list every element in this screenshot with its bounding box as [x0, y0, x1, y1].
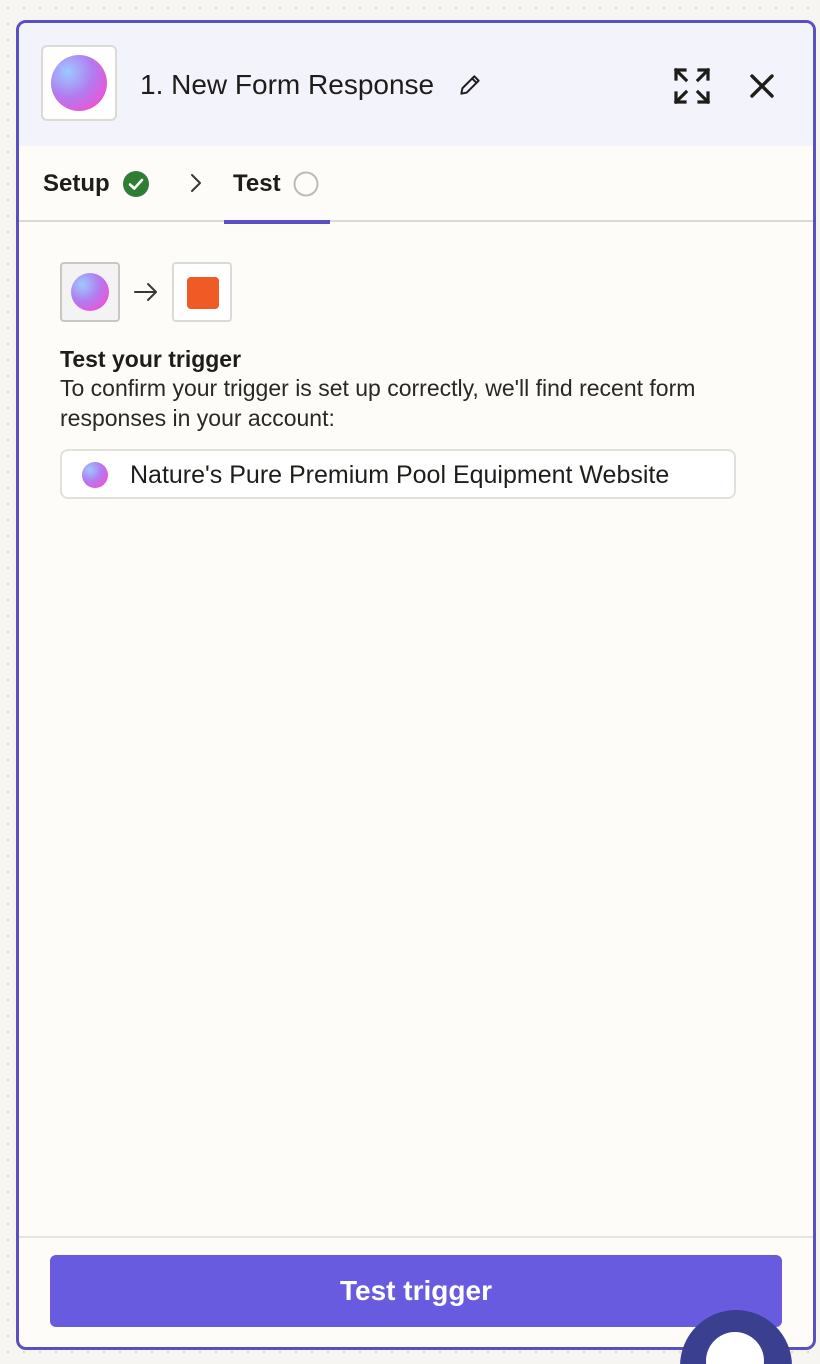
- gradient-orb-icon: [82, 462, 108, 488]
- gradient-orb-icon: [71, 273, 109, 311]
- form-source-chip: Nature's Pure Premium Pool Equipment Web…: [60, 449, 736, 499]
- check-circle-icon: [122, 171, 149, 197]
- expand-arrows-icon[interactable]: [673, 67, 711, 105]
- tab-setup-label: Setup: [43, 170, 110, 197]
- step-tabs: Setup Test: [19, 146, 813, 224]
- chevron-right-icon: [191, 174, 201, 192]
- tab-test-label: Test: [233, 170, 281, 197]
- source-app-icon: [60, 262, 120, 322]
- footer-divider: [19, 1236, 813, 1238]
- pencil-icon[interactable]: [457, 72, 483, 98]
- step-panel: 1. New Form Response Setup Test Test you…: [16, 20, 816, 1350]
- active-tab-indicator: [224, 220, 330, 224]
- arrow-right-icon: [134, 283, 157, 301]
- orange-square-icon: [187, 277, 219, 309]
- tab-setup[interactable]: Setup: [43, 167, 150, 201]
- test-heading: Test your trigger: [60, 346, 242, 372]
- empty-circle-icon: [293, 171, 319, 197]
- destination-app-icon: [172, 262, 232, 322]
- app-icon: [41, 45, 117, 121]
- panel-header: 1. New Form Response: [19, 23, 813, 146]
- gradient-orb-icon: [51, 55, 107, 111]
- test-trigger-button[interactable]: Test trigger: [50, 1255, 782, 1327]
- step-title[interactable]: 1. New Form Response: [140, 67, 434, 103]
- test-description: To confirm your trigger is set up correc…: [60, 375, 696, 431]
- form-source-label: Nature's Pure Premium Pool Equipment Web…: [130, 461, 670, 489]
- chat-bubble-icon: [706, 1332, 764, 1364]
- tab-test[interactable]: Test: [224, 146, 330, 224]
- close-icon[interactable]: [745, 69, 779, 103]
